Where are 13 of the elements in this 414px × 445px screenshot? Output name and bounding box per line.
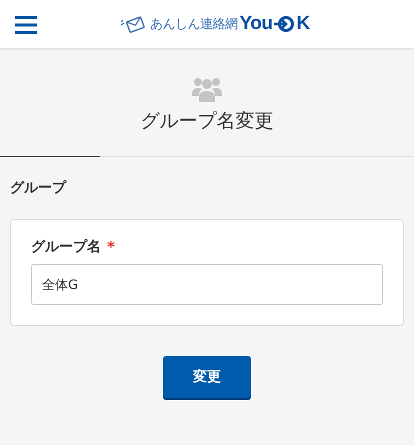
section-title: グループ [9,179,68,197]
group-name-field[interactable]: 全体G [31,264,383,305]
submit-button[interactable]: 変更 [163,356,251,398]
logo-brand: You [240,13,272,35]
envelope-icon [120,15,146,33]
required-mark: * [107,238,115,256]
arrow-circle-icon [274,15,294,33]
logo-brand: K [296,13,310,35]
page-title: グループ名変更 [140,109,274,134]
logo-tagline: あんしん連絡網 [150,16,238,33]
menu-icon[interactable] [15,16,37,34]
group-icon [192,76,222,102]
field-label: グループ名 [31,238,101,256]
